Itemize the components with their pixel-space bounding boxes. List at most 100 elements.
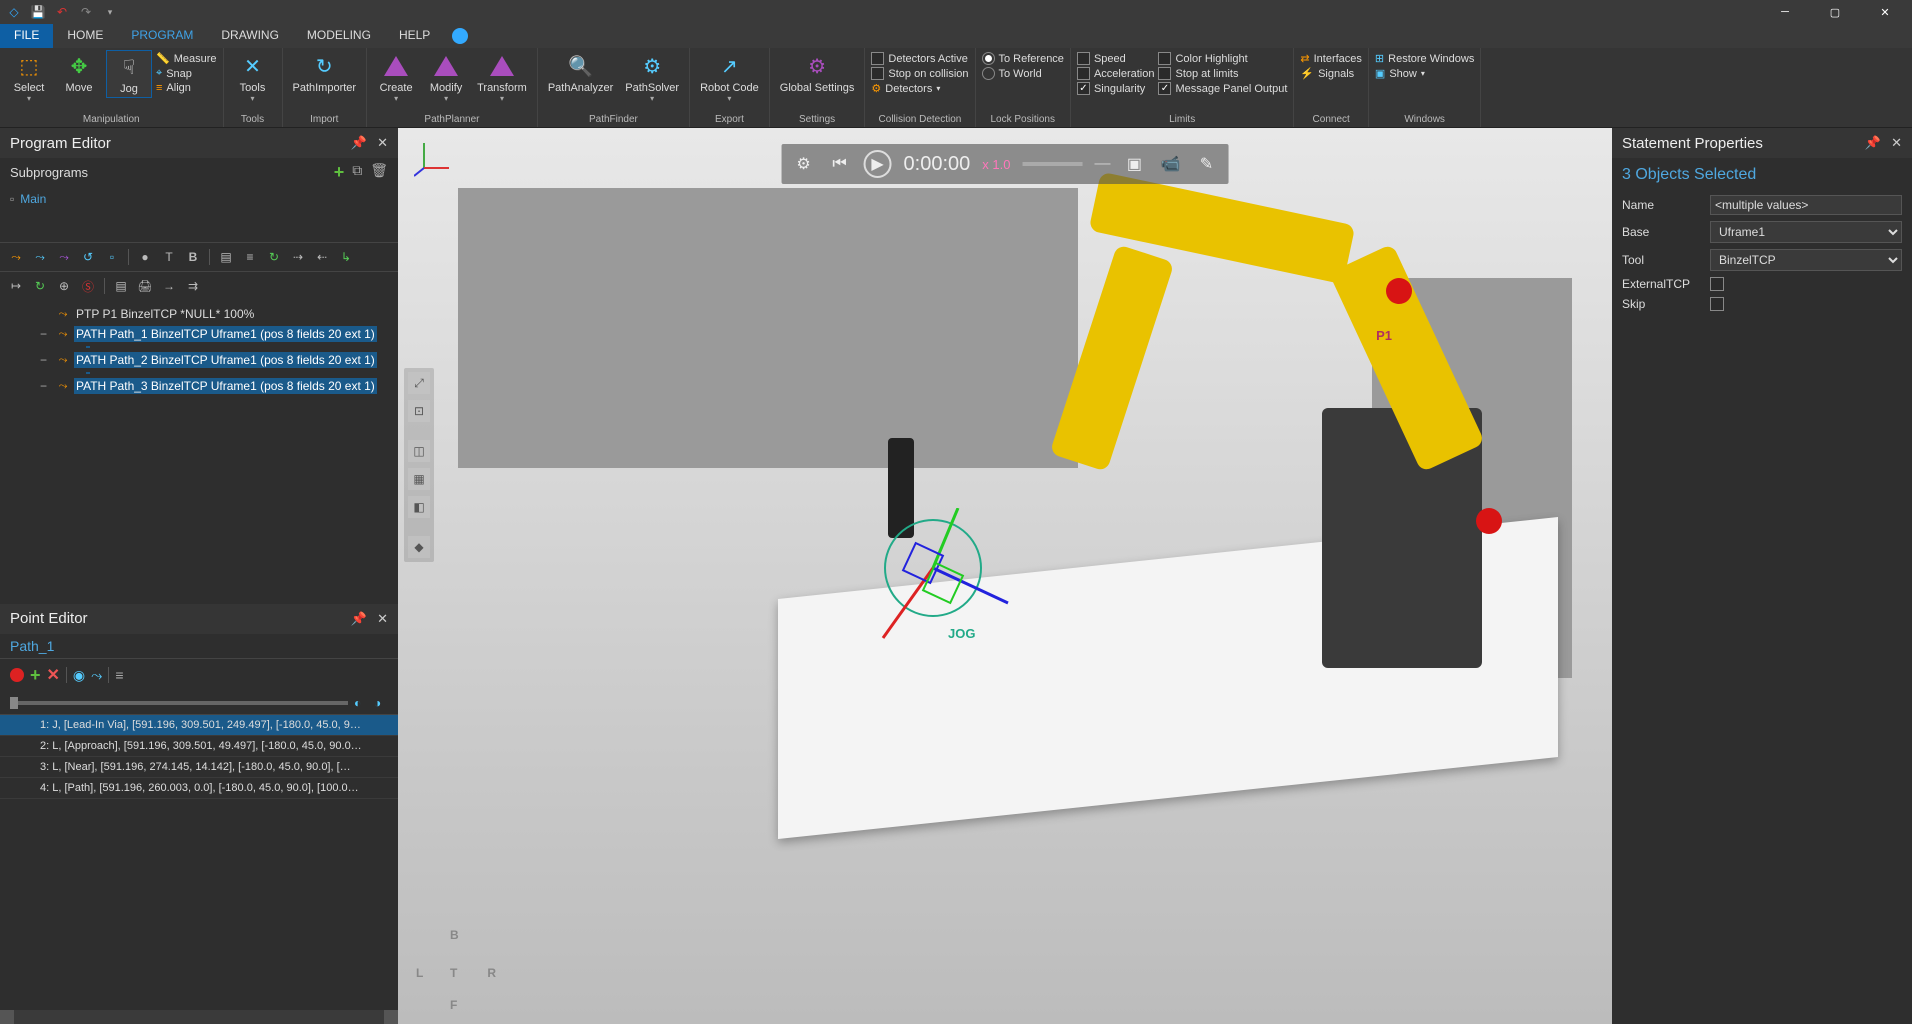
- sp-pin-icon[interactable]: 📌: [1865, 135, 1881, 151]
- pt-icon-13[interactable]: ⇠: [312, 247, 332, 267]
- create-button[interactable]: Create▾: [373, 50, 419, 105]
- pe-scrollbar[interactable]: [0, 1010, 398, 1024]
- pt-icon-10[interactable]: ≡: [240, 247, 260, 267]
- close-button[interactable]: ✕: [1862, 0, 1908, 24]
- tab-home[interactable]: HOME: [53, 24, 117, 48]
- msg-check[interactable]: Message Panel Output: [1158, 82, 1287, 95]
- pe-pin-icon[interactable]: 📌: [351, 611, 367, 627]
- program-tree-row[interactable]: [0, 396, 398, 402]
- play-button[interactable]: ▶: [864, 150, 892, 178]
- minimize-button[interactable]: ─: [1762, 0, 1808, 24]
- program-tree-row[interactable]: ⤳PTP P1 BinzelTCP *NULL* 100%: [0, 304, 398, 324]
- pt-icon-1[interactable]: ⤳: [6, 247, 26, 267]
- playback-speed[interactable]: x 1.0: [982, 157, 1010, 172]
- pt2-5[interactable]: ▤: [111, 276, 131, 296]
- sp-tool-select[interactable]: BinzelTCP: [1710, 249, 1902, 271]
- pt-icon-9[interactable]: ▤: [216, 247, 236, 267]
- scroll-right-icon[interactable]: [384, 1010, 398, 1024]
- tab-program[interactable]: PROGRAM: [117, 24, 207, 48]
- viewport-3d[interactable]: P1 JOG ⚙ ⏮ ▶ 0:00:0: [398, 128, 1612, 1024]
- view-cube[interactable]: B L T R F: [416, 928, 496, 1008]
- pt2-7[interactable]: →: [159, 276, 179, 296]
- select-button[interactable]: ⬚Select▾: [6, 50, 52, 105]
- pt-icon-4[interactable]: ↺: [78, 247, 98, 267]
- sing-check[interactable]: Singularity: [1077, 82, 1155, 95]
- sp-ext-check[interactable]: [1710, 277, 1724, 291]
- vps-2[interactable]: ⊡: [408, 400, 430, 422]
- pt2-6[interactable]: 🖨: [135, 276, 155, 296]
- pt2-3[interactable]: ⊕: [54, 276, 74, 296]
- tab-drawing[interactable]: DRAWING: [207, 24, 293, 48]
- pe-t1[interactable]: ◉: [73, 667, 85, 684]
- restore-windows-button[interactable]: ⊞Restore Windows: [1375, 52, 1474, 65]
- pt2-4[interactable]: Ⓢ: [78, 276, 98, 296]
- cube-l[interactable]: L: [416, 966, 423, 980]
- pe-delete-button[interactable]: ✕: [47, 665, 60, 685]
- detectors-button[interactable]: ⚙Detectors ▾: [871, 82, 968, 95]
- pin-icon[interactable]: 📌: [351, 135, 367, 151]
- tab-modeling[interactable]: MODELING: [293, 24, 385, 48]
- jog-gizmo[interactable]: JOG: [868, 508, 1018, 648]
- cube-b[interactable]: B: [450, 928, 459, 942]
- measure-button[interactable]: 📏Measure: [156, 52, 217, 65]
- help-badge-icon[interactable]: [452, 28, 468, 44]
- pe-add-button[interactable]: +: [30, 665, 41, 686]
- vp-ic3[interactable]: ✎: [1194, 152, 1218, 176]
- robotcode-button[interactable]: ↗Robot Code▾: [696, 50, 763, 105]
- pt2-8[interactable]: ⇉: [183, 276, 203, 296]
- point-list-item[interactable]: 2: L, [Approach], [591.196, 309.501, 49.…: [0, 736, 398, 757]
- pt-icon-2[interactable]: ⤳: [30, 247, 50, 267]
- point-list-item[interactable]: 1: J, [Lead-In Via], [591.196, 309.501, …: [0, 715, 398, 736]
- pe-slider-end1[interactable]: ◐: [354, 696, 368, 710]
- cube-r[interactable]: R: [487, 966, 496, 980]
- tools-button[interactable]: ✕Tools▾: [230, 50, 276, 105]
- pt-icon-6[interactable]: ●: [135, 247, 155, 267]
- delete-subprogram-button[interactable]: 🗑: [370, 162, 388, 183]
- snap-button[interactable]: ⌖Snap: [156, 67, 217, 80]
- point-list-item[interactable]: 4: L, [Path], [591.196, 260.003, 0.0], […: [0, 778, 398, 799]
- jog-button[interactable]: ☟Jog: [106, 50, 152, 98]
- maximize-button[interactable]: ▢: [1812, 0, 1858, 24]
- add-subprogram-button[interactable]: +: [334, 162, 345, 183]
- pe-t2[interactable]: ⤳: [91, 667, 102, 684]
- transform-button[interactable]: Transform▾: [473, 50, 531, 105]
- vps-3[interactable]: ◫: [408, 440, 430, 462]
- vp-ic2[interactable]: 📹: [1158, 152, 1182, 176]
- qat-more-icon[interactable]: ▾: [100, 2, 120, 22]
- vps-1[interactable]: ⤢: [408, 372, 430, 394]
- redo-icon[interactable]: ↷: [76, 2, 96, 22]
- pt-icon-8[interactable]: B: [183, 247, 203, 267]
- globalsettings-button[interactable]: ⚙Global Settings: [776, 50, 859, 96]
- vp-ic1[interactable]: ▣: [1122, 152, 1146, 176]
- move-button[interactable]: ✥Move: [56, 50, 102, 96]
- undo-icon[interactable]: ↶: [52, 2, 72, 22]
- modify-button[interactable]: Modify▾: [423, 50, 469, 105]
- pt-icon-11[interactable]: ↻: [264, 247, 284, 267]
- tab-help[interactable]: HELP: [385, 24, 444, 48]
- speed-check[interactable]: Speed: [1077, 52, 1155, 65]
- copy-subprogram-button[interactable]: ⧉: [352, 162, 362, 183]
- cube-t[interactable]: T: [450, 966, 457, 980]
- tab-file[interactable]: FILE: [0, 24, 53, 48]
- settings-icon[interactable]: ⚙: [792, 152, 816, 176]
- program-tree-row[interactable]: −⤳PATH Path_3 BinzelTCP Uframe1 (pos 8 f…: [0, 376, 398, 396]
- sp-name-input[interactable]: [1710, 195, 1902, 215]
- vps-6[interactable]: ◆: [408, 536, 430, 558]
- pe-t3[interactable]: ≡: [115, 667, 123, 683]
- pathanalyzer-button[interactable]: 🔍PathAnalyzer: [544, 50, 617, 96]
- pe-slider[interactable]: ◐ ◑: [0, 692, 398, 714]
- to-reference-radio[interactable]: To Reference: [982, 52, 1064, 65]
- program-tree-row[interactable]: −⤳PATH Path_2 BinzelTCP Uframe1 (pos 8 f…: [0, 350, 398, 370]
- pe-slider-end2[interactable]: ◑: [374, 696, 388, 710]
- program-tree-row[interactable]: −⤳PATH Path_1 BinzelTCP Uframe1 (pos 8 f…: [0, 324, 398, 344]
- pe-record-button[interactable]: [10, 668, 24, 682]
- pt2-1[interactable]: ↦: [6, 276, 26, 296]
- vps-4[interactable]: ▦: [408, 468, 430, 490]
- align-button[interactable]: ≡Align: [156, 82, 217, 94]
- pt-icon-14[interactable]: ↳: [336, 247, 356, 267]
- scroll-left-icon[interactable]: [0, 1010, 14, 1024]
- save-icon[interactable]: 💾: [28, 2, 48, 22]
- point-list-item[interactable]: 3: L, [Near], [591.196, 274.145, 14.142]…: [0, 757, 398, 778]
- show-button[interactable]: ▣Show ▾: [1375, 67, 1474, 80]
- stoplim-check[interactable]: Stop at limits: [1158, 67, 1287, 80]
